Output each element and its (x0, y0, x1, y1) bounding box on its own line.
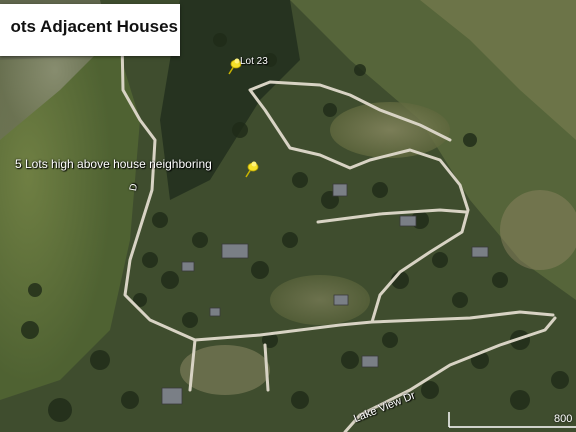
house (161, 387, 183, 405)
yellow-pushpin-icon[interactable] (242, 159, 262, 179)
scale-bar-label: 800 (554, 413, 573, 425)
lot-23-label: Lot 23 (240, 56, 268, 67)
house (221, 243, 249, 259)
house (332, 183, 348, 197)
satellite-imagery (0, 0, 576, 432)
title-panel: ots Adjacent Houses (0, 4, 180, 56)
house (209, 307, 221, 317)
five-lots-label: 5 Lots high above house neighboring (15, 157, 212, 171)
satellite-map-view[interactable]: ots Adjacent Houses Lot 23 5 Lots high a… (0, 0, 576, 432)
house (471, 246, 489, 258)
map-title: ots Adjacent Houses (10, 17, 178, 36)
house (333, 294, 349, 306)
clearing-2 (270, 275, 370, 325)
house (361, 355, 379, 368)
house (181, 261, 195, 272)
house (399, 215, 417, 227)
